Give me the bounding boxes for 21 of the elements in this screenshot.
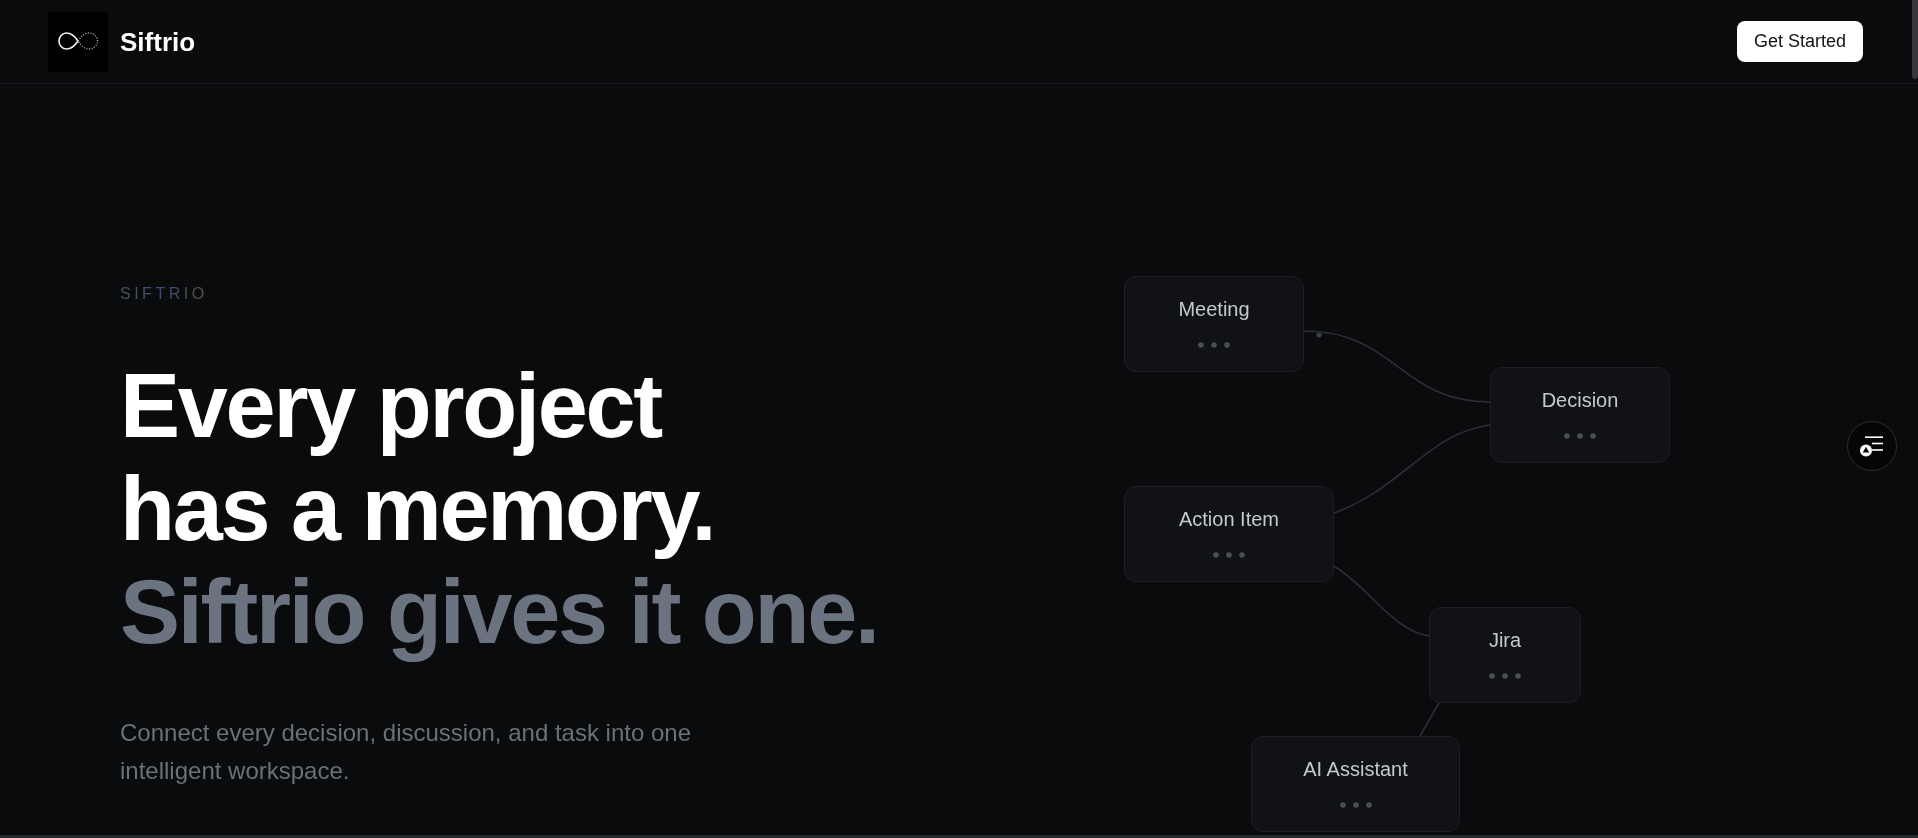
scrollbar-thumb[interactable] xyxy=(1912,0,1918,79)
infinity-logo-icon xyxy=(48,11,108,72)
get-started-button[interactable]: Get Started xyxy=(1736,21,1863,62)
node-label: Action Item xyxy=(1178,507,1279,531)
node-label: Jira xyxy=(1488,628,1522,652)
node-label: AI Assistant xyxy=(1303,757,1408,781)
hero-description: Connect every decision, discussion, and task into one intelligent workspace. xyxy=(120,718,692,787)
node-label: Meeting xyxy=(1178,297,1250,321)
list-icon xyxy=(1860,435,1884,457)
floating-button[interactable] xyxy=(1847,421,1897,471)
dots-icon xyxy=(1198,342,1230,348)
dots-icon xyxy=(1213,552,1245,558)
headline: Every project has a memory. xyxy=(120,355,716,561)
connector-dot-icon xyxy=(1316,332,1322,338)
node-label: Decision xyxy=(1541,388,1619,412)
connector-line xyxy=(1419,702,1440,737)
headline-tagline: Siftrio gives it one. xyxy=(120,561,879,664)
dots-icon xyxy=(1489,673,1521,679)
dots-icon xyxy=(1339,802,1372,808)
dots-icon xyxy=(1564,433,1596,439)
brand-name: Siftrio xyxy=(120,26,196,57)
